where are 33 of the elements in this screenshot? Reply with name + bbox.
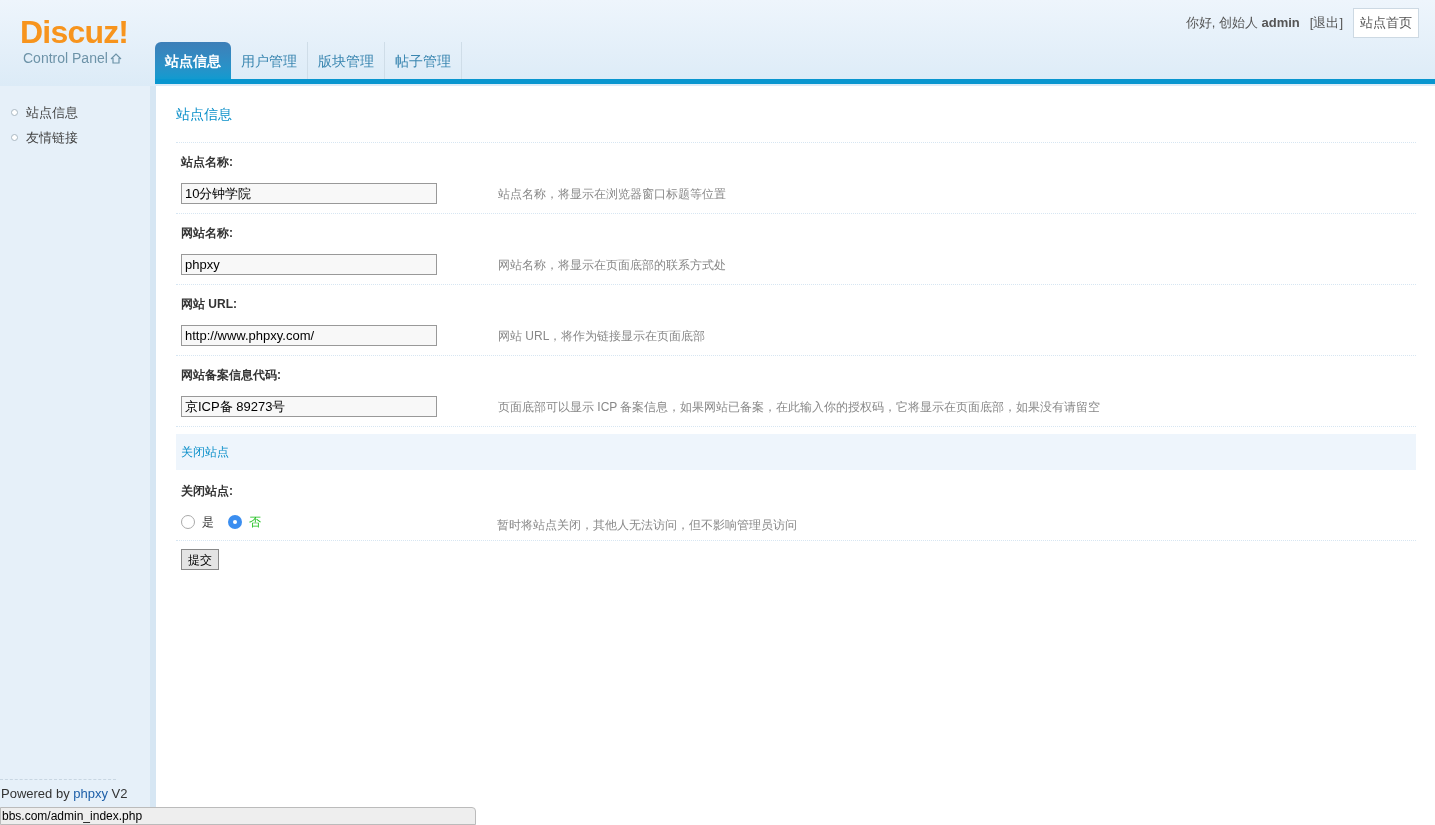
sidebar-item[interactable]: 友情链接 xyxy=(0,125,150,150)
greeting-text: 你好, 创始人 admin xyxy=(1185,14,1300,33)
nav-tab[interactable]: 站点信息 xyxy=(155,42,231,80)
text-input[interactable]: 京ICP备 89273号 xyxy=(181,396,437,417)
field-label: 网站备案信息代码: xyxy=(181,367,282,384)
radio-button[interactable] xyxy=(181,515,195,529)
field-hint: 网站名称，将显示在页面底部的联系方式处 xyxy=(498,256,726,274)
field-hint: 站点名称，将显示在浏览器窗口标题等位置 xyxy=(498,185,726,203)
site-home-button[interactable]: 站点首页 xyxy=(1353,8,1419,38)
logo-brand: Discuz! xyxy=(20,14,130,50)
radio-label: 否 xyxy=(249,514,261,531)
radio-label: 是 xyxy=(202,514,214,531)
field-label: 关闭站点: xyxy=(181,483,234,500)
status-bar: bbs.com/admin_index.php xyxy=(0,807,476,825)
text-input[interactable]: phpxy xyxy=(181,254,437,275)
logo-subtitle: Control Panel xyxy=(23,50,108,66)
field-label: 网站名称: xyxy=(181,225,234,242)
field-hint: 页面底部可以显示 ICP 备案信息，如果网站已备案，在此输入你的授权码，它将显示在页面底部，如果没有请留空 xyxy=(498,398,1101,416)
field-label: 网站 URL: xyxy=(181,296,238,313)
submit-button[interactable]: 提交 xyxy=(181,549,219,570)
powered-by-text: Powered by phpxy V2 xyxy=(0,785,128,801)
phpxy-link[interactable]: phpxy xyxy=(73,785,108,801)
text-input[interactable]: 10分钟学院 xyxy=(181,183,437,204)
field-label: 站点名称: xyxy=(181,154,234,171)
radio-button[interactable] xyxy=(228,515,242,529)
field-hint: 网站 URL，将作为链接显示在页面底部 xyxy=(498,327,706,345)
text-input[interactable]: http://www.phpxy.com/ xyxy=(181,325,437,346)
section-title: 关闭站点 xyxy=(181,444,229,461)
sidebar-item[interactable]: 站点信息 xyxy=(0,100,150,125)
page-title: 站点信息 xyxy=(176,104,1416,143)
home-icon xyxy=(109,52,122,64)
logout-link[interactable]: [退出] xyxy=(1309,13,1343,33)
field-hint: 暂时将站点关闭，其他人无法访问，但不影响管理员访问 xyxy=(497,517,797,534)
